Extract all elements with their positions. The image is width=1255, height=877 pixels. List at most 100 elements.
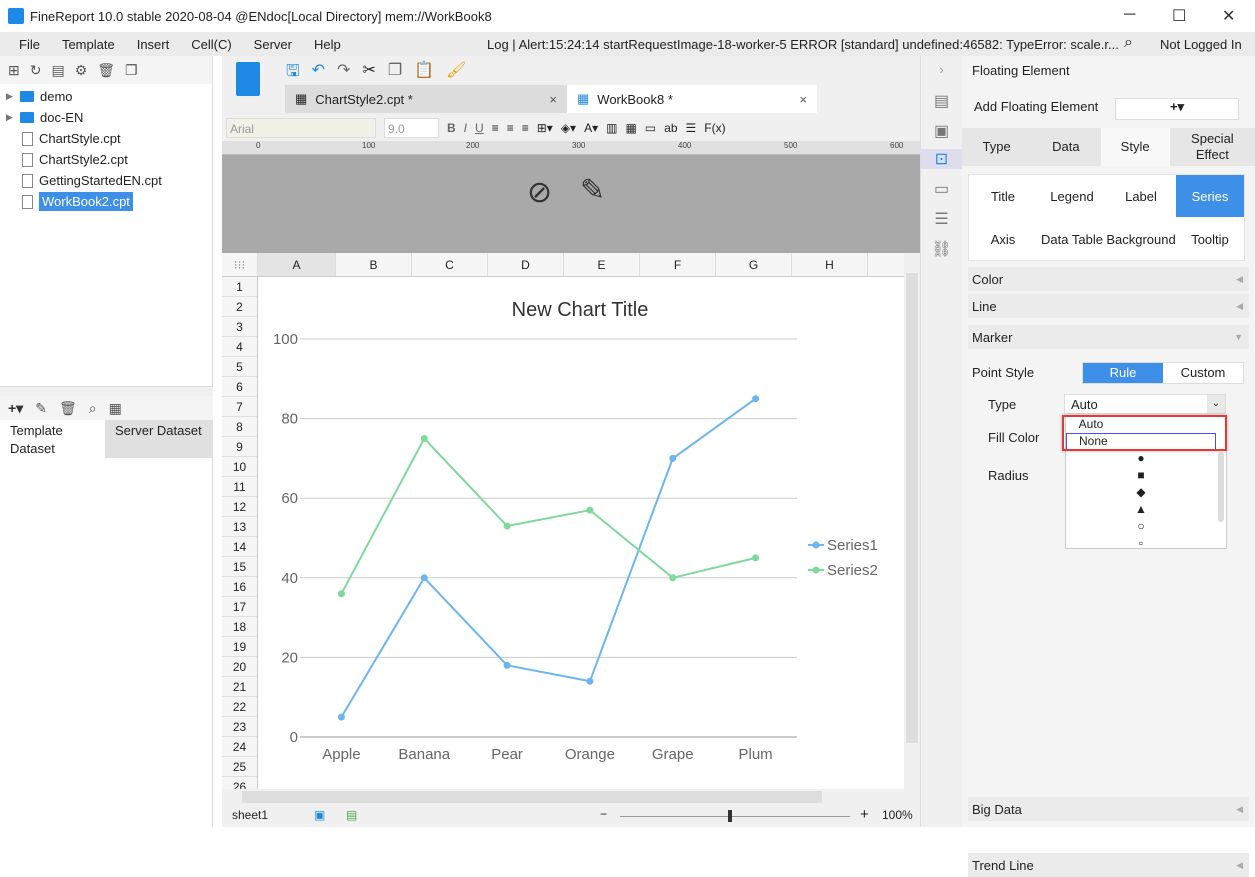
tree-file[interactable]: GettingStartedEN.cpt [0,170,212,191]
section-marker[interactable]: Marker ▼ [968,325,1249,349]
row-header[interactable]: 22 [222,697,257,717]
border-icon[interactable]: ⊞▾ [537,121,553,135]
section-trend-line[interactable]: Trend Line ◀ [968,853,1249,877]
copy-icon[interactable]: ❐ [388,60,402,87]
row-header[interactable]: 14 [222,537,257,557]
splitter[interactable] [0,386,213,396]
sheet-grid[interactable]: New Chart Title 0 20 40 60 80 100 Apple Banana P… [258,277,904,789]
font-size-select[interactable]: 9.0 [384,118,439,138]
undo-icon[interactable]: ↶ [312,60,325,87]
row-header[interactable]: 13 [222,517,257,537]
menu-insert[interactable]: Insert [126,37,181,52]
style-tab-axis[interactable]: Axis [969,218,1037,260]
italic-button[interactable]: I [464,121,467,135]
close-tab-icon[interactable]: × [799,92,807,107]
row-header[interactable]: 5 [222,357,257,377]
horizontal-scrollbar[interactable] [222,789,920,805]
cut-icon[interactable]: ✂ [362,60,375,87]
style-tab-title[interactable]: Title [969,175,1037,217]
open-icon[interactable]: ▤ [51,62,64,79]
column-header[interactable]: F [640,253,716,276]
unmerge-icon[interactable]: ▦ [625,121,636,135]
column-header[interactable]: A [258,253,336,276]
section-line[interactable]: Line ◀ [968,294,1249,318]
font-color-icon[interactable]: A▾ [584,121,598,135]
align-right-icon[interactable]: ≡ [522,121,529,135]
close-tab-icon[interactable]: × [549,92,557,107]
row-header[interactable]: 17 [222,597,257,617]
row-header[interactable]: 1 [222,277,257,297]
row-header[interactable]: 16 [222,577,257,597]
row-header[interactable]: 11 [222,477,257,497]
align-center-icon[interactable]: ≡ [507,121,514,135]
text-button[interactable]: ab [664,121,677,135]
vertical-scrollbar[interactable] [904,253,920,789]
row-header[interactable]: 15 [222,557,257,577]
row-header[interactable]: 23 [222,717,257,737]
new-folder-icon[interactable]: ⊞ [8,62,20,79]
row-header[interactable]: 12 [222,497,257,517]
style-tab-legend[interactable]: Legend [1038,175,1106,217]
column-header[interactable]: D [488,253,564,276]
zoom-slider[interactable] [620,816,850,817]
wrap-icon[interactable]: ▭ [645,121,656,135]
style-tab-data-table[interactable]: Data Table [1038,218,1106,260]
tree-file[interactable]: ChartStyle2.cpt [0,149,212,170]
add-report-icon[interactable]: ▤ [346,808,357,822]
floating-element-icon[interactable]: ⊡ [921,149,962,169]
line-chart[interactable]: New Chart Title 0 20 40 60 80 100 Apple Banana P… [258,277,904,789]
delete-icon[interactable]: 🗑 [97,62,115,79]
add-floating-button[interactable]: +▾ [1115,98,1239,120]
login-status[interactable]: Not Logged In [1160,37,1242,52]
zoom-slider-thumb[interactable] [728,810,732,822]
menu-file[interactable]: File [8,37,51,52]
add-dataset-icon[interactable]: +▾ [8,400,23,417]
row-header[interactable]: 4 [222,337,257,357]
row-header[interactable]: 21 [222,677,257,697]
style-tab-background[interactable]: Background [1107,218,1175,260]
option-circle-hollow[interactable]: ○ [1066,518,1216,535]
redo-icon[interactable]: ↷ [337,60,350,87]
row-header[interactable]: 20 [222,657,257,677]
tab-special-effect[interactable]: Special Effect [1170,128,1255,166]
save-icon[interactable]: 🖫 [286,60,300,87]
row-header[interactable]: 9 [222,437,257,457]
option-square-hollow[interactable]: ▫ [1066,535,1216,552]
select-all[interactable]: ⁝⁝⁝ [222,253,258,276]
search-icon[interactable]: ⌕ [1124,34,1133,52]
log-message[interactable]: Log | Alert:15:24:14 startRequestImage-1… [487,37,1119,52]
tree-file-selected[interactable]: WorkBook2.cpt [0,191,212,212]
row-header[interactable]: 6 [222,377,257,397]
section-big-data[interactable]: Big Data ◀ [968,797,1249,821]
tree-file[interactable]: ChartStyle.cpt [0,128,212,149]
tab-template-dataset[interactable]: Template Dataset [0,420,105,458]
option-diamond[interactable]: ◆ [1066,484,1216,501]
row-header[interactable]: 7 [222,397,257,417]
add-sheet-icon[interactable]: ▣ [314,808,325,822]
tab-server-dataset[interactable]: Server Dataset [105,420,213,458]
fill-color-icon[interactable]: ◈▾ [561,121,576,135]
format-painter-icon[interactable]: 🖌 [446,60,466,87]
preview-icon[interactable]: ⌕ [89,400,97,417]
menu-help[interactable]: Help [303,37,352,52]
underline-button[interactable]: U [475,121,484,135]
maximize-button[interactable]: ☐ [1172,6,1186,26]
formula-button[interactable]: F(x) [704,121,725,135]
cell-attr-icon[interactable]: ▤ [921,91,962,111]
row-header[interactable]: 24 [222,737,257,757]
style-tab-series[interactable]: Series [1176,175,1244,217]
option-circle[interactable]: ● [1066,450,1216,467]
bold-button[interactable]: B [447,121,456,135]
copy-icon[interactable]: ❐ [125,62,138,79]
column-header[interactable]: E [564,253,640,276]
tab-workbook8[interactable]: ▦ WorkBook8 * × [567,85,817,113]
row-header[interactable]: 10 [222,457,257,477]
condition-icon[interactable]: ▭ [921,179,962,199]
option-triangle[interactable]: ▲ [1066,501,1216,518]
column-header[interactable]: B [336,253,412,276]
chart-title[interactable]: New Chart Title [512,299,649,321]
custom-button[interactable]: Custom [1163,363,1243,383]
widget-icon[interactable]: ▣ [921,121,962,141]
link-icon[interactable]: ⛓ [921,239,962,259]
row-header[interactable]: 8 [222,417,257,437]
